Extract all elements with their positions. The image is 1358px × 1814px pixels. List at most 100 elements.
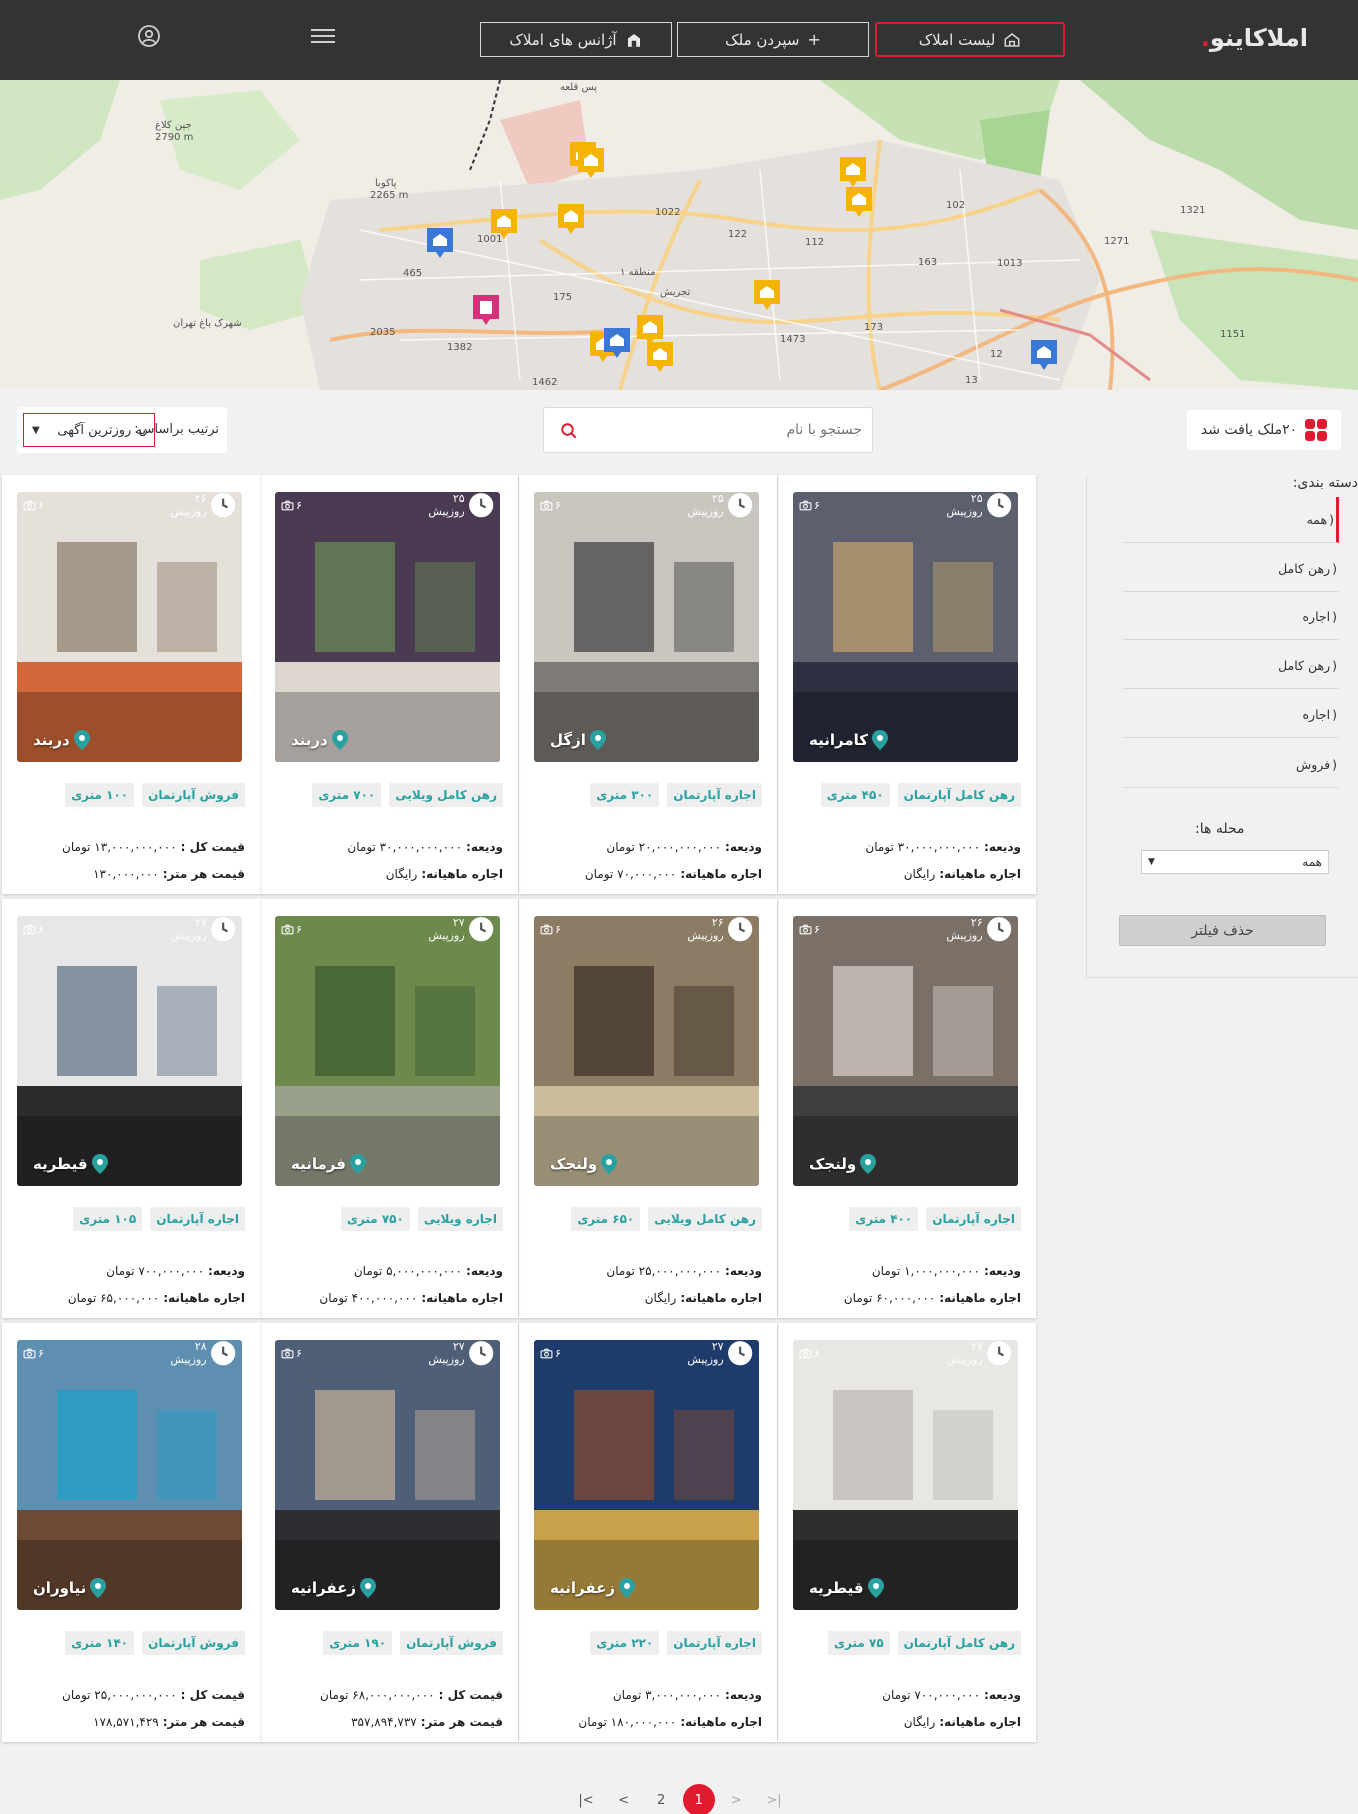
- price-line-2: اجاره ماهیانه:رایگان: [386, 867, 503, 881]
- category-full-mortgage-2[interactable]: (رهن کامل: [1123, 643, 1339, 689]
- camera-icon: [799, 1348, 812, 1358]
- property-photo[interactable]: ۶ ۲۶ روزپیش ولنجک: [534, 916, 759, 1186]
- location: ازگل: [550, 730, 606, 750]
- location-name: کامرانیه: [809, 731, 868, 749]
- svg-text:1013: 1013: [997, 258, 1022, 269]
- price-value: ۶۸,۰۰۰,۰۰۰,۰۰۰ تومان: [320, 1688, 435, 1702]
- location: زعفرانیه: [291, 1578, 377, 1598]
- location-pin-icon: [601, 1154, 618, 1174]
- property-card[interactable]: ۶ ۲۷ روزپیش قیطریه رهن کامل آپارتمان ۷۵ …: [778, 1323, 1036, 1742]
- svg-text:1321: 1321: [1180, 205, 1205, 216]
- photo-count: ۶: [540, 1347, 561, 1360]
- next-page-button[interactable]: >: [720, 1784, 752, 1814]
- property-type-tag: فروش آپارتمان: [142, 783, 245, 807]
- property-photo[interactable]: ۶ ۲۵ روزپیش دربند: [275, 492, 500, 762]
- submit-property-button[interactable]: + سپردن ملک: [677, 22, 869, 57]
- location-pin-icon: [860, 1154, 877, 1174]
- property-card[interactable]: ۶ ۲۷ روزپیش زعفرانیه اجاره آپارتمان ۲۲۰ …: [519, 1323, 777, 1742]
- user-account-icon[interactable]: [137, 24, 161, 48]
- category-title: دسته بندی:: [1292, 475, 1358, 491]
- price-label: ودیعه:: [208, 1264, 245, 1278]
- clear-filter-button[interactable]: حذف فیلتر: [1119, 915, 1326, 946]
- property-card[interactable]: ۶ ۲۸ روزپیش نیاوران فروش آپارتمان ۱۴۰ مت…: [2, 1323, 260, 1742]
- post-time-value: ۲۶ روزپیش: [170, 492, 207, 518]
- location-name: قیطریه: [809, 1579, 864, 1597]
- menu-icon[interactable]: [311, 25, 335, 47]
- property-photo[interactable]: ۶ ۲۵ روزپیش ازگل: [534, 492, 759, 762]
- property-photo[interactable]: ۶ ۲۵ روزپیش کامرانیه: [793, 492, 1018, 762]
- camera-icon: [23, 1348, 36, 1358]
- category-label: همه: [1306, 512, 1328, 527]
- page-2-button[interactable]: 2: [645, 1784, 677, 1814]
- sort-select[interactable]: به روزترین آگهی ▼: [23, 413, 155, 447]
- agencies-button[interactable]: آژانس های املاک: [480, 22, 672, 57]
- photo-count: ۶: [23, 923, 44, 936]
- property-card[interactable]: ۶ ۲۷ روزپیش فرمانیه اجاره ویلایی ۷۵۰ متر…: [260, 899, 518, 1318]
- rent-value: ۶۵,۰۰۰,۰۰۰ تومان: [67, 1291, 160, 1305]
- location-pin-icon: [589, 730, 606, 750]
- category-rent-2[interactable]: (اجاره: [1123, 692, 1339, 738]
- price-line-2: اجاره ماهیانه:۶۰,۰۰۰,۰۰۰ تومان: [844, 1291, 1021, 1305]
- rent-value: رایگان: [644, 1291, 677, 1305]
- property-card[interactable]: ۶ ۲۶ روزپیش دربند فروش آپارتمان ۱۰۰ متری…: [2, 475, 260, 894]
- svg-text:شهرک باغ تهران: شهرک باغ تهران: [173, 318, 242, 329]
- category-rent[interactable]: (اجاره: [1123, 594, 1339, 640]
- post-time-value: ۲۸ روزپیش: [170, 1340, 207, 1366]
- property-type-tag: رهن کامل آپارتمان: [897, 1631, 1021, 1655]
- rent-label: اجاره ماهیانه:: [939, 1715, 1021, 1729]
- category-label: اجاره: [1302, 609, 1331, 624]
- property-photo[interactable]: ۶ ۲۶ روزپیش دربند: [17, 492, 242, 762]
- price-line-2: اجاره ماهیانه:رایگان: [904, 867, 1021, 881]
- post-time: ۲۶ روزپیش: [946, 916, 1012, 942]
- property-photo[interactable]: ۶ ۲۶ روزپیش ولنجک: [793, 916, 1018, 1186]
- prev-page-button[interactable]: <: [608, 1784, 640, 1814]
- svg-text:163: 163: [918, 257, 937, 268]
- category-sale[interactable]: (فروش: [1123, 742, 1339, 788]
- post-time-value: ۲۶ روزپیش: [687, 916, 724, 942]
- photo-count-value: ۶: [555, 1346, 561, 1360]
- rent-label: اجاره ماهیانه:: [163, 1291, 245, 1305]
- area-tag: ۶۵۰ متری: [571, 1207, 641, 1231]
- last-page-button[interactable]: >|: [758, 1784, 790, 1814]
- location-pin-icon: [619, 1578, 636, 1598]
- location-name: دربند: [33, 731, 70, 749]
- agencies-label: آژانس های املاک: [509, 30, 617, 49]
- property-photo[interactable]: ۶ ۲۷ روزپیش زعفرانیه: [534, 1340, 759, 1610]
- page-1-button[interactable]: 1: [682, 1784, 715, 1814]
- category-label: رهن کامل: [1278, 658, 1331, 673]
- property-card[interactable]: ۶ ۲۷ روزپیش زعفرانیه فروش آپارتمان ۱۹۰ م…: [260, 1323, 518, 1742]
- property-map[interactable]: جین کلاغ 2790 m پاکوبا 2265 m شهرک باغ ت…: [0, 80, 1358, 390]
- rent-label: قیمت هر متر:: [162, 867, 245, 881]
- clock-icon: [727, 492, 752, 518]
- search-icon[interactable]: [560, 422, 578, 440]
- search-input[interactable]: [592, 416, 862, 444]
- category-all[interactable]: (همه: [1123, 497, 1339, 543]
- category-full-mortgage[interactable]: (رهن کامل: [1123, 546, 1339, 592]
- price-line-2: اجاره ماهیانه:۶۵,۰۰۰,۰۰۰ تومان: [68, 1291, 245, 1305]
- property-list-button[interactable]: لیست املاک: [875, 22, 1065, 57]
- property-card[interactable]: ۶ ۲۵ روزپیش ازگل اجاره آپارتمان ۳۰۰ متری…: [519, 475, 777, 894]
- property-card[interactable]: ۶ ۲۷ روزپیش قیطریه اجاره آپارتمان ۱۰۵ مت…: [2, 899, 260, 1318]
- first-page-button[interactable]: |<: [570, 1784, 602, 1814]
- site-logo[interactable]: املاکاینو.: [1201, 24, 1308, 52]
- location-pin-icon: [867, 1578, 884, 1598]
- svg-text:175: 175: [553, 292, 572, 303]
- property-photo[interactable]: ۶ ۲۷ روزپیش زعفرانیه: [275, 1340, 500, 1610]
- submit-property-label: سپردن ملک: [725, 30, 800, 49]
- property-card[interactable]: ۶ ۲۵ روزپیش دربند رهن کامل ویلایی ۷۰۰ مت…: [260, 475, 518, 894]
- property-photo[interactable]: ۶ ۲۷ روزپیش فرمانیه: [275, 916, 500, 1186]
- property-photo[interactable]: ۶ ۲۷ روزپیش قیطریه: [793, 1340, 1018, 1610]
- neighborhood-select[interactable]: همه ▼: [1141, 850, 1329, 874]
- svg-text:1001: 1001: [477, 234, 502, 245]
- price-value: ۱۳,۰۰۰,۰۰۰,۰۰۰ تومان: [62, 840, 177, 854]
- area-tag: ۱۰۰ متری: [65, 783, 135, 807]
- location-pin-icon: [90, 1578, 107, 1598]
- property-card[interactable]: ۶ ۲۶ روزپیش ولنجک اجاره آپارتمان ۴۰۰ متر…: [778, 899, 1036, 1318]
- photo-count-value: ۶: [38, 498, 44, 512]
- rent-value: ۱۷۸,۵۷۱,۴۲۹: [93, 1715, 159, 1729]
- property-photo[interactable]: ۶ ۲۸ روزپیش نیاوران: [17, 1340, 242, 1610]
- property-card[interactable]: ۶ ۲۵ روزپیش کامرانیه رهن کامل آپارتمان ۴…: [778, 475, 1036, 894]
- property-card[interactable]: ۶ ۲۶ روزپیش ولنجک رهن کامل ویلایی ۶۵۰ مت…: [519, 899, 777, 1318]
- property-photo[interactable]: ۶ ۲۷ روزپیش قیطریه: [17, 916, 242, 1186]
- svg-text:پاکوبا: پاکوبا: [375, 178, 397, 189]
